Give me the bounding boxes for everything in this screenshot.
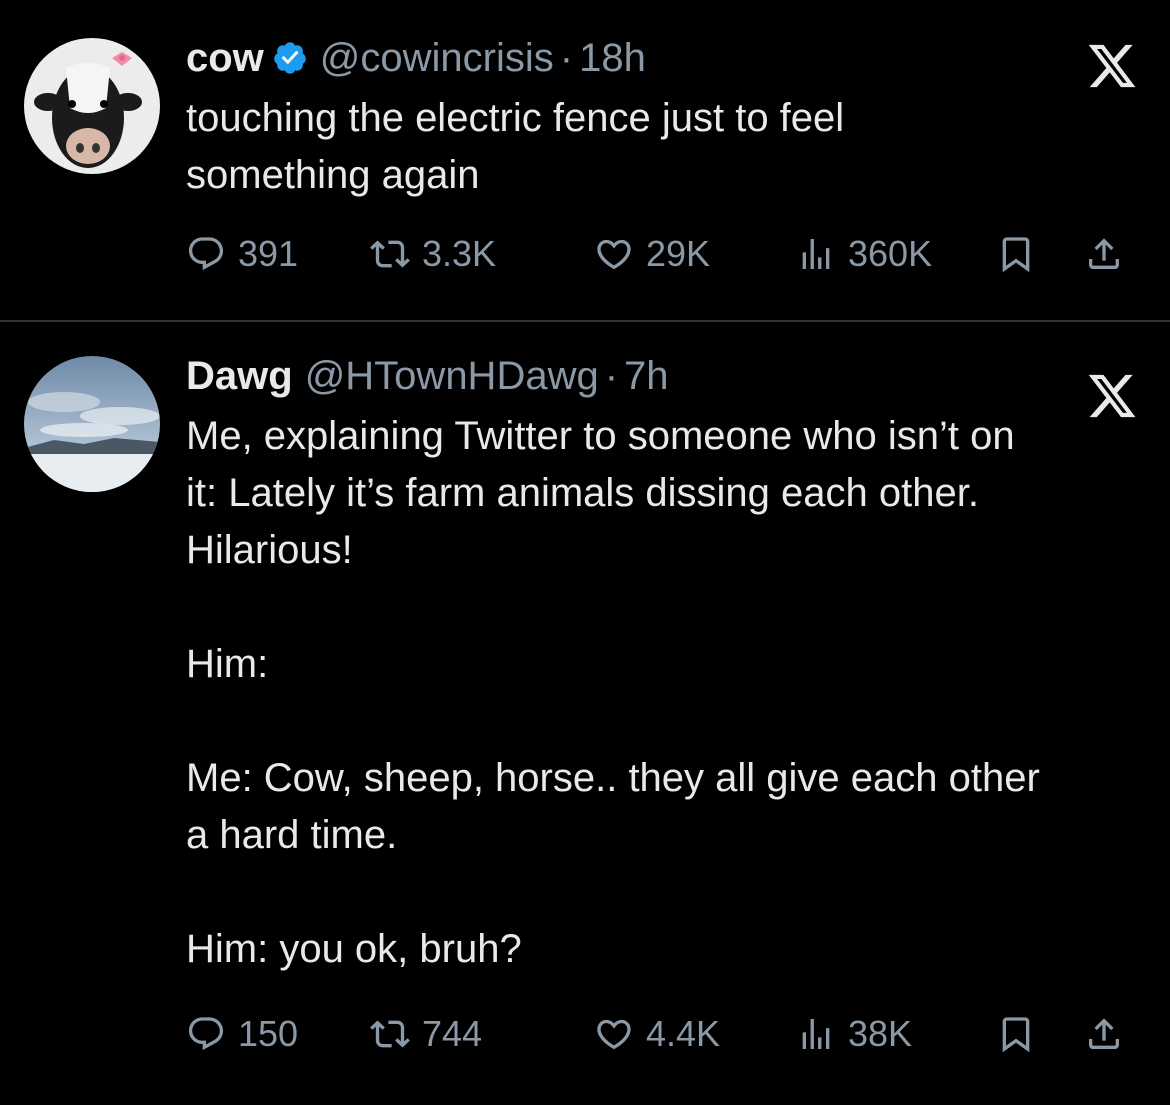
like-icon (597, 239, 631, 270)
retweet-icon (370, 240, 410, 268)
tweet-header: cow @cowincrisis · 18h (186, 34, 646, 82)
verified-badge-icon (274, 42, 306, 74)
retweet-count: 744 (422, 1013, 483, 1054)
separator-dot: · (559, 36, 574, 80)
retweet-button[interactable]: 744 (370, 1010, 482, 1058)
display-name[interactable]: Dawg (186, 352, 293, 400)
bookmark-icon (1002, 237, 1030, 273)
bookmark-icon (1002, 1017, 1030, 1053)
user-handle[interactable]: @HTownHDawg (305, 352, 599, 400)
tweet-dawg: Dawg @HTownHDawg · 7h Me, explaining Twi… (0, 322, 1170, 1105)
bookmark-button[interactable] (996, 1010, 1036, 1058)
tweet-text: touching the electric fence just to feel… (186, 96, 845, 197)
like-count: 4.4K (646, 1013, 721, 1054)
display-name[interactable]: cow (186, 34, 264, 82)
action-bar: 150 744 4.4K 38K (186, 1010, 1140, 1058)
views-button[interactable]: 360K (796, 230, 932, 278)
reply-button[interactable]: 150 (186, 1010, 298, 1058)
like-button[interactable]: 29K (594, 230, 710, 278)
views-button[interactable]: 38K (796, 1010, 912, 1058)
share-button[interactable] (1084, 230, 1124, 278)
bookmark-button[interactable] (996, 230, 1036, 278)
reply-icon (188, 237, 224, 271)
views-icon (802, 1019, 830, 1049)
tweet-header: Dawg @HTownHDawg · 7h (186, 352, 669, 400)
like-icon (597, 1019, 631, 1050)
views-icon (802, 239, 830, 269)
reply-icon (188, 1017, 224, 1051)
retweet-icon (370, 1020, 410, 1048)
x-logo-icon (1088, 44, 1136, 88)
timestamp[interactable]: 18h (579, 34, 646, 82)
avatar-dawg[interactable] (24, 356, 160, 492)
user-handle[interactable]: @cowincrisis (320, 34, 554, 82)
reply-count: 150 (238, 1013, 299, 1054)
timestamp[interactable]: 7h (624, 352, 669, 400)
retweet-button[interactable]: 3.3K (370, 230, 496, 278)
views-count: 38K (848, 1013, 913, 1054)
like-button[interactable]: 4.4K (594, 1010, 720, 1058)
tweet-cow: cow @cowincrisis · 18h touching the elec… (0, 0, 1170, 320)
retweet-count: 3.3K (422, 233, 497, 274)
action-bar: 391 3.3K 29K 360K (186, 230, 1140, 278)
avatar-cow[interactable] (24, 38, 160, 174)
separator-dot: · (604, 354, 619, 398)
reply-button[interactable]: 391 (186, 230, 298, 278)
views-count: 360K (848, 233, 933, 274)
reply-count: 391 (238, 233, 299, 274)
share-button[interactable] (1084, 1010, 1124, 1058)
share-icon (1089, 1018, 1119, 1049)
like-count: 29K (646, 233, 711, 274)
tweet-text: Me, explaining Twitter to someone who is… (186, 414, 1040, 971)
share-icon (1089, 238, 1119, 269)
